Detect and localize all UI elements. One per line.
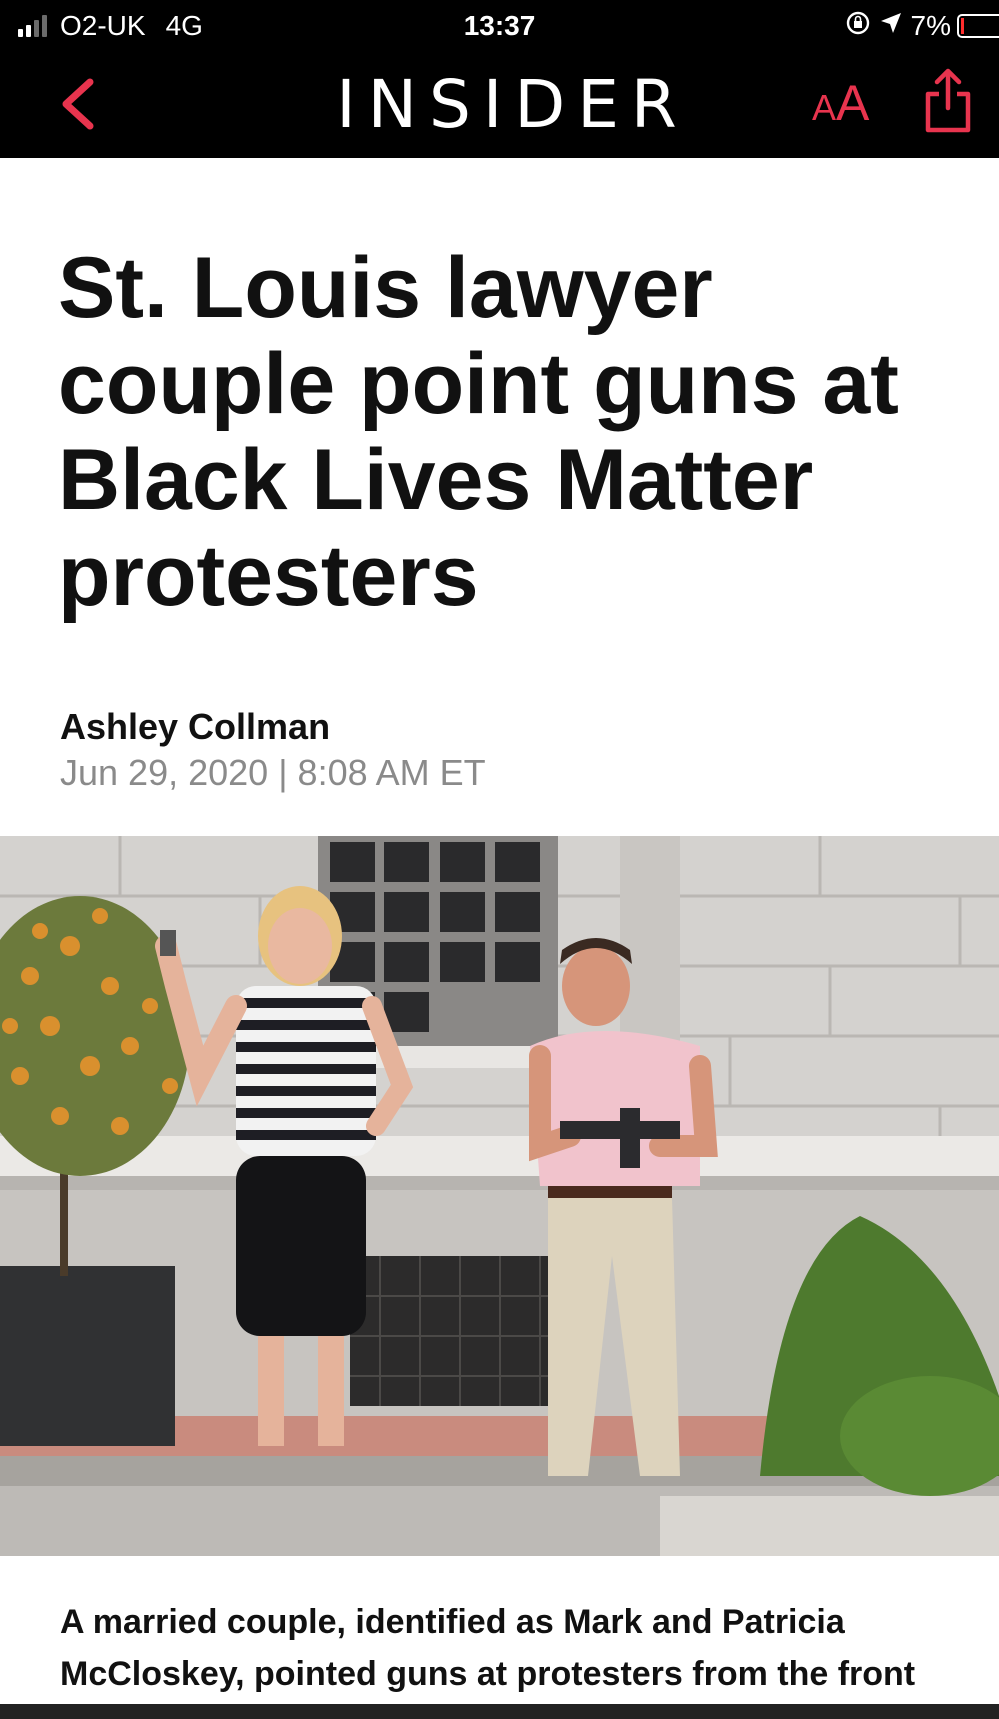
article-dateline: Jun 29, 2020 | 8:08 AM ET: [60, 752, 486, 793]
article-lede: A married couple, identified as Mark and…: [60, 1603, 916, 1693]
status-right: 7%: [845, 10, 999, 42]
article-headline: St. Louis lawyer couple point guns at Bl…: [58, 240, 899, 624]
text-size-icon-big: A: [836, 75, 870, 131]
article-author[interactable]: Ashley Collman: [60, 706, 330, 748]
share-button[interactable]: [922, 68, 974, 134]
text-size-button[interactable]: AA: [812, 74, 869, 132]
article-photo[interactable]: [0, 836, 999, 1556]
status-bar: O2-UK 4G 13:37 7%: [0, 0, 999, 52]
text-size-icon-small: A: [812, 87, 837, 128]
article-time: 8:08 AM ET: [297, 752, 486, 793]
share-icon: [925, 68, 971, 133]
rotation-lock-icon: [845, 10, 871, 42]
location-arrow-icon: [879, 11, 903, 42]
battery-percent: 7%: [910, 10, 951, 41]
article-date: Jun 29, 2020: [60, 752, 269, 793]
battery-icon: [957, 14, 999, 38]
bottom-bar: [0, 1704, 999, 1719]
photo-illustration: [0, 836, 999, 1556]
nav-bar: INSIDER AA: [0, 52, 999, 158]
